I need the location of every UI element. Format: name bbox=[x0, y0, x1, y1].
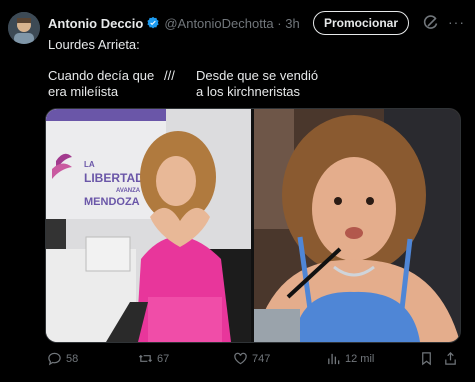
analytics-icon bbox=[328, 353, 340, 365]
verified-badge-icon bbox=[146, 16, 160, 30]
promote-button[interactable]: Promocionar bbox=[312, 11, 409, 35]
repost-button[interactable]: 67 bbox=[138, 351, 169, 366]
like-count: 747 bbox=[252, 352, 271, 365]
caption-separator: /// bbox=[164, 68, 175, 83]
bookmark-icon bbox=[422, 352, 431, 366]
caption-left-line-1: Cuando decía que bbox=[48, 68, 155, 83]
more-options-icon[interactable]: ··· bbox=[448, 14, 465, 30]
caption-right-line-1: Desde que se vendió bbox=[196, 68, 319, 83]
author-avatar[interactable] bbox=[8, 12, 40, 44]
share-button[interactable] bbox=[443, 351, 458, 366]
bookmark-button[interactable] bbox=[419, 351, 434, 366]
grok-icon[interactable] bbox=[423, 15, 439, 31]
media-grid: LA LIBERTAD AVANZA MENDOZA bbox=[45, 108, 461, 343]
repost-count: 67 bbox=[157, 352, 170, 365]
banner-text-mendoza: MENDOZA bbox=[84, 196, 140, 208]
tweet-text-line-1: Lourdes Arrieta: bbox=[48, 37, 140, 52]
heart-icon bbox=[234, 352, 247, 365]
photo-right[interactable] bbox=[254, 109, 460, 342]
like-button[interactable]: 747 bbox=[233, 351, 270, 366]
views-button[interactable]: 12 mil bbox=[326, 351, 374, 366]
banner-text-libertad: LIBERTAD bbox=[84, 171, 144, 185]
repost-icon bbox=[138, 354, 153, 363]
author-handle-time[interactable]: @AntonioDechotta · 3h bbox=[164, 16, 299, 31]
reply-icon bbox=[48, 352, 61, 366]
reply-count: 58 bbox=[66, 352, 79, 365]
reply-button[interactable]: 58 bbox=[47, 351, 78, 366]
caption-right-line-2: a los kirchneristas bbox=[196, 84, 301, 99]
banner-text-avanza: AVANZA bbox=[116, 188, 141, 194]
photo-left[interactable]: LA LIBERTAD AVANZA MENDOZA bbox=[46, 109, 251, 342]
share-icon bbox=[445, 352, 456, 365]
tweet-header: Antonio Deccio @AntonioDechotta · 3h Pro… bbox=[48, 11, 467, 35]
view-count: 12 mil bbox=[345, 352, 375, 365]
banner-text-la: LA bbox=[84, 160, 95, 169]
caption-left-line-2: era mileíista bbox=[48, 84, 119, 99]
author-name[interactable]: Antonio Deccio bbox=[48, 16, 143, 31]
tweet-actions: 58 67 747 12 mil bbox=[45, 351, 459, 369]
